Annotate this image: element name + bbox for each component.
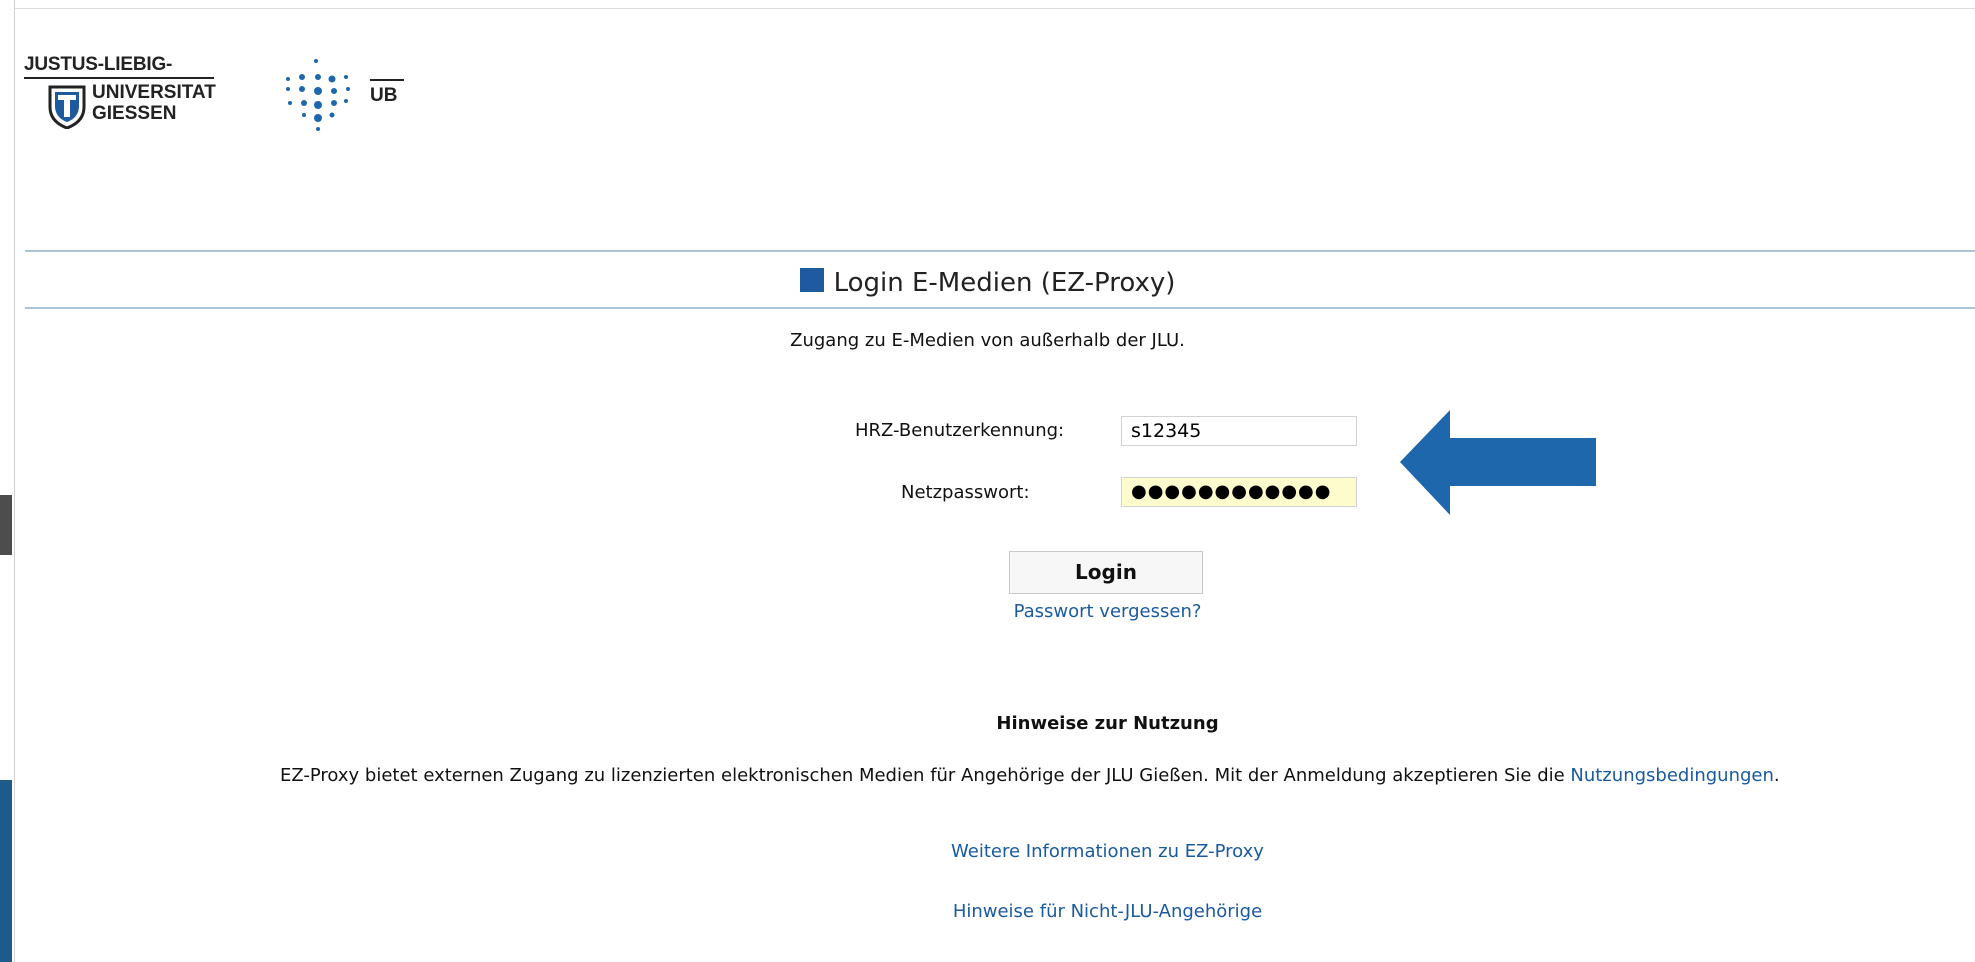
password-label: Netzpasswort:	[901, 482, 1030, 503]
usage-hints-text: EZ-Proxy bietet externen Zugang zu lizen…	[280, 765, 1780, 786]
login-button[interactable]: Login	[1009, 551, 1203, 594]
logo-text-line2: UNIVERSITAT	[92, 82, 216, 103]
usage-hints-suffix: .	[1773, 765, 1780, 786]
logo-rule	[24, 77, 214, 79]
logo-text-line3: GIESSEN	[92, 103, 177, 124]
left-arrow-icon	[1400, 410, 1596, 515]
logo-ub-text: UB	[370, 85, 398, 106]
username-label: HRZ-Benutzerkennung:	[855, 420, 1065, 441]
shield-icon	[48, 85, 86, 129]
usage-hints-heading: Hinweise zur Nutzung	[996, 713, 1219, 734]
header-divider-bottom	[25, 307, 1975, 309]
password-input[interactable]: ●●●●●●●●●●●●	[1121, 477, 1357, 507]
page-title-text: Login E-Medien (EZ-Proxy)	[833, 268, 1176, 298]
forgot-password-row: Passwort vergessen?	[0, 601, 1975, 622]
page-subtitle: Zugang zu E-Medien von außerhalb der JLU…	[790, 330, 1185, 351]
page-title: Login E-Medien (EZ-Proxy)	[0, 268, 1975, 298]
non-jlu-row: Hinweise für Nicht-JLU-Angehörige	[0, 901, 1975, 922]
more-info-link[interactable]: Weitere Informationen zu EZ-Proxy	[951, 841, 1264, 862]
left-edge-marker	[0, 780, 12, 962]
forgot-password-link[interactable]: Passwort vergessen?	[1014, 601, 1202, 622]
non-jlu-link[interactable]: Hinweise für Nicht-JLU-Angehörige	[953, 901, 1262, 922]
logo-ub-rule	[370, 79, 404, 81]
window-left-edge	[0, 0, 15, 962]
title-square-icon	[799, 268, 824, 292]
university-logo[interactable]: JUSTUS-LIEBIG- UNIVERSITAT GIESSEN UB	[24, 54, 404, 135]
username-input[interactable]: s12345	[1121, 416, 1357, 446]
terms-of-use-link[interactable]: Nutzungsbedingungen	[1570, 765, 1773, 786]
logo-text-line1: JUSTUS-LIEBIG-	[24, 54, 173, 75]
more-info-row: Weitere Informationen zu EZ-Proxy	[0, 841, 1975, 862]
left-edge-marker	[0, 495, 12, 555]
dots-logo-icon	[286, 59, 350, 131]
usage-hints-body: EZ-Proxy bietet externen Zugang zu lizen…	[280, 765, 1571, 786]
header-divider-top	[25, 250, 1975, 252]
top-border	[0, 8, 1975, 9]
